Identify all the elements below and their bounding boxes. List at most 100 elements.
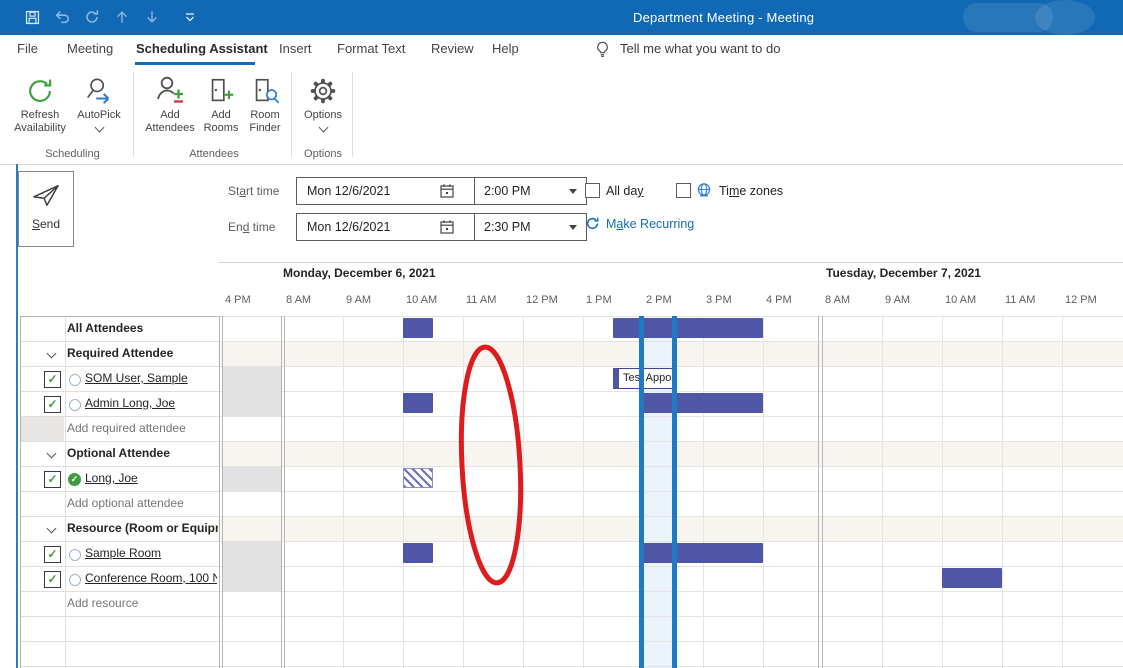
attendee-name-link[interactable]: Conference Room, 100 N. Gree xyxy=(85,571,217,585)
grid-lines xyxy=(703,316,704,668)
room-finder-button[interactable]: RoomFinder xyxy=(243,70,287,148)
make-recurring-link[interactable]: Make Recurring xyxy=(606,217,694,231)
time-zones-checkbox[interactable] xyxy=(676,183,691,198)
day-divider xyxy=(219,316,220,668)
send-icon xyxy=(19,182,73,213)
end-time-dropdown[interactable]: 2:30 PM xyxy=(474,213,587,241)
move-up-icon[interactable] xyxy=(112,7,132,27)
time-label: 4 PM xyxy=(225,294,251,306)
attendee-checkbox[interactable]: ✓ xyxy=(44,396,61,413)
send-label: Send xyxy=(19,217,73,231)
attendee-checkbox[interactable]: ✓ xyxy=(44,546,61,563)
meeting-window: Department Meeting - Meeting Tell me wha… xyxy=(0,0,1123,668)
options-button[interactable]: Options xyxy=(297,70,349,148)
time-label: 10 AM xyxy=(945,294,976,306)
send-button[interactable]: Send xyxy=(18,171,74,247)
customize-quick-access-icon[interactable] xyxy=(180,7,200,27)
time-selection-handle[interactable] xyxy=(639,316,644,668)
attendee-row: ✓✓Long, Joe xyxy=(21,467,219,492)
busy-bar xyxy=(643,543,763,563)
add-rooms-button[interactable]: AddRooms xyxy=(199,70,243,148)
attendee-checkbox[interactable]: ✓ xyxy=(44,371,61,388)
all-attendees-label: All Attendees xyxy=(67,321,143,335)
add-attendees-button[interactable]: AddAttendees xyxy=(141,70,199,148)
tab-meeting[interactable]: Meeting xyxy=(67,35,113,63)
time-label: 9 AM xyxy=(885,294,910,306)
collapse-chevron-icon[interactable] xyxy=(47,349,57,359)
add-required-attendee-link[interactable]: Add required attendee xyxy=(67,421,186,435)
refresh-availability-button[interactable]: RefreshAvailability xyxy=(12,70,68,148)
attendee-name-link[interactable]: Admin Long, Joe xyxy=(85,396,217,410)
tab-insert[interactable]: Insert xyxy=(279,35,312,63)
start-date-field[interactable]: Mon 12/6/2021 xyxy=(296,177,480,205)
group-label-resource-room-or-equipment: Resource (Room or Equipment) xyxy=(67,521,219,535)
start-time-dropdown[interactable]: 2:00 PM xyxy=(474,177,587,205)
grid-lines xyxy=(403,316,404,668)
grid-lines xyxy=(1062,316,1063,668)
tellme-lightbulb-icon[interactable] xyxy=(593,40,612,64)
day-divider xyxy=(281,316,282,668)
tellme-box[interactable]: Tell me what you want to do xyxy=(620,35,780,63)
grid-lines xyxy=(218,641,1123,642)
attendee-checkbox[interactable]: ✓ xyxy=(44,471,61,488)
non-working-cell xyxy=(222,392,281,416)
all-day-label: All day xyxy=(606,184,644,198)
grid-lines xyxy=(882,316,883,668)
add-optional-attendee-link[interactable]: Add optional attendee xyxy=(67,496,184,510)
tab-file[interactable]: File xyxy=(17,35,38,63)
grid-lines xyxy=(218,316,1123,317)
empty-row xyxy=(21,617,219,642)
end-date-field[interactable]: Mon 12/6/2021 xyxy=(296,213,480,241)
refresh-icon xyxy=(12,70,68,106)
attendee-name-link[interactable]: SOM User, Sample xyxy=(85,371,217,385)
attendee-name-link[interactable]: Sample Room xyxy=(85,546,217,560)
autopick-button[interactable]: AutoPick xyxy=(72,70,126,148)
tab-review[interactable]: Review xyxy=(431,35,474,63)
attendee-row: ✓ Sample Room xyxy=(21,542,219,567)
move-down-icon[interactable] xyxy=(142,7,162,27)
dropdown-chevron-icon xyxy=(318,123,328,133)
group-separator xyxy=(133,72,134,157)
tab-scheduling-assistant[interactable]: Scheduling Assistant xyxy=(136,35,268,63)
calendar-icon[interactable] xyxy=(439,219,455,235)
attendee-checkbox[interactable]: ✓ xyxy=(44,571,61,588)
tab-help[interactable]: Help xyxy=(492,35,519,63)
gear-icon xyxy=(297,70,349,106)
header-row: All Attendees xyxy=(21,317,219,342)
all-day-checkbox[interactable] xyxy=(585,183,600,198)
add-resource-link[interactable]: Add resource xyxy=(67,596,138,610)
attendee-row: ✓ SOM User, Sample xyxy=(21,367,219,392)
time-label: 9 AM xyxy=(346,294,371,306)
grid-lines xyxy=(218,341,1123,342)
collapse-chevron-icon[interactable] xyxy=(47,524,57,534)
collapse-chevron-icon[interactable] xyxy=(47,449,57,459)
time-label: 11 AM xyxy=(1005,294,1035,306)
calendar-icon[interactable] xyxy=(439,183,455,199)
day-divider xyxy=(818,316,819,668)
busy-bar xyxy=(643,393,763,413)
add-attendees-icon xyxy=(141,70,199,106)
grid-lines xyxy=(218,566,1123,567)
time-label: 1 PM xyxy=(586,294,612,306)
group-label-optional-attendee: Optional Attendee xyxy=(67,446,170,460)
tab-format-text[interactable]: Format Text xyxy=(337,35,405,63)
time-selection-handle[interactable] xyxy=(672,316,677,668)
time-label: 4 PM xyxy=(766,294,792,306)
group-label-options: Options xyxy=(297,148,349,160)
free-busy-grid[interactable]: Monday, December 6, 2021Tuesday, Decembe… xyxy=(218,256,1123,668)
save-icon[interactable] xyxy=(22,7,42,27)
time-label: 12 PM xyxy=(526,294,558,306)
grid-lines xyxy=(218,466,1123,467)
dropdown-arrow-icon[interactable] xyxy=(569,189,577,194)
attendee-name-link[interactable]: Long, Joe xyxy=(85,471,217,485)
dropdown-arrow-icon[interactable] xyxy=(569,225,577,230)
group-row: Optional Attendee xyxy=(21,442,219,467)
undo-icon[interactable] xyxy=(52,7,72,27)
grid-lines xyxy=(523,316,524,668)
redo-icon[interactable] xyxy=(82,7,102,27)
group-row: Resource (Room or Equipment) xyxy=(21,517,219,542)
titlebar-artifact xyxy=(1035,0,1095,35)
busy-bar xyxy=(403,318,433,338)
grid-lines xyxy=(218,516,1123,517)
time-label: 12 PM xyxy=(1065,294,1097,306)
